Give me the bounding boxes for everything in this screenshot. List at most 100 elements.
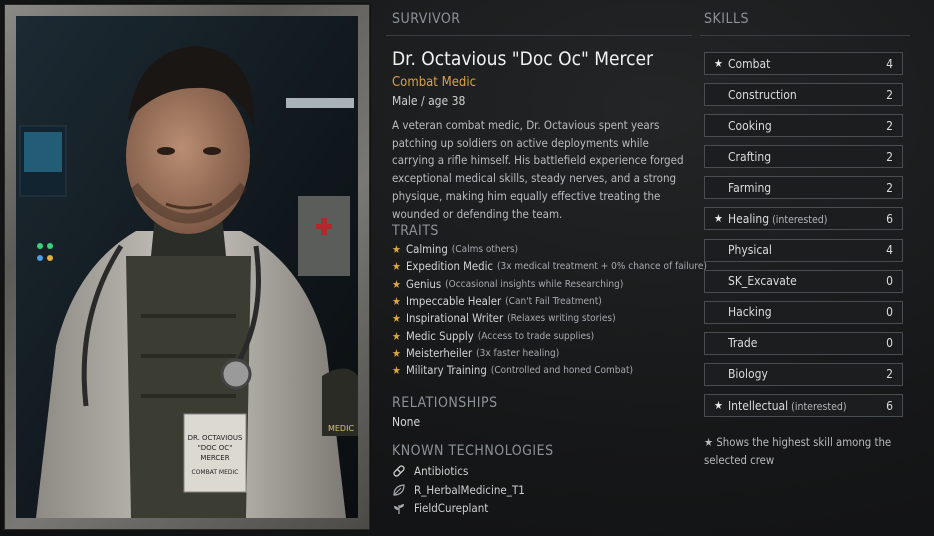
- star-icon: ★: [392, 295, 401, 309]
- survivor-portrait: DR. OCTAVIOUS "DOC OC" MERCER COMBAT MED…: [16, 16, 358, 518]
- skill-row-hacking: Hacking 0: [704, 300, 903, 324]
- portrait-illustration: DR. OCTAVIOUS "DOC OC" MERCER COMBAT MED…: [16, 16, 358, 518]
- technology-name: FieldCureplant: [414, 501, 489, 516]
- skill-name: SK_Excavate: [728, 274, 797, 289]
- relationships-section-title: RELATIONSHIPS: [392, 395, 498, 411]
- skill-value: 0: [886, 336, 893, 351]
- survivor-name: Dr. Octavious "Doc Oc" Mercer: [392, 48, 654, 70]
- svg-text:DR. OCTAVIOUS: DR. OCTAVIOUS: [188, 434, 243, 442]
- star-icon: ★: [392, 312, 401, 326]
- trait-desc: (Controlled and honed Combat): [490, 365, 634, 377]
- trait-name: Genius: [406, 277, 442, 291]
- technology-item: Antibiotics: [392, 462, 525, 481]
- trait-desc: (Relaxes writing stories): [507, 313, 616, 325]
- star-icon: ★: [392, 260, 401, 274]
- trait-desc: (Can't Fail Treatment): [505, 296, 602, 308]
- trait-name: Expedition Medic: [406, 260, 494, 274]
- trait-item: ★ Genius (Occasional insights while Resear…: [392, 276, 692, 293]
- trait-name: Inspirational Writer: [406, 312, 504, 326]
- section-divider: [386, 35, 692, 36]
- skill-value: 6: [886, 211, 893, 226]
- skill-value: 6: [886, 398, 893, 413]
- svg-text:MERCER: MERCER: [200, 454, 229, 462]
- trait-name: Meisterheiler: [406, 346, 473, 360]
- trait-desc: (Calms others): [451, 244, 519, 256]
- star-icon: ★: [392, 277, 401, 291]
- skill-row-combat: ★ Combat 4: [704, 52, 903, 75]
- trait-item: ★ Military Training (Controlled and honed …: [392, 362, 692, 379]
- star-icon: ★: [392, 329, 401, 343]
- technologies-section-title: KNOWN TECHNOLOGIES: [392, 443, 554, 459]
- technology-name: R_HerbalMedicine_T1: [414, 482, 525, 497]
- traits-list: ★ Calming (Calms others) ★ Expedition Medic…: [392, 241, 707, 379]
- section-divider: [700, 35, 910, 36]
- portrait-frame: DR. OCTAVIOUS "DOC OC" MERCER COMBAT MED…: [4, 4, 370, 530]
- star-icon: ★: [714, 212, 723, 226]
- skill-row-farming: Farming 2: [704, 176, 903, 200]
- skill-name: Construction: [728, 87, 797, 102]
- survivor-role: Combat Medic: [392, 75, 477, 90]
- trait-desc: (3x faster healing): [476, 347, 560, 359]
- skill-row-intellectual: ★ Intellectual (interested) 6: [704, 394, 903, 418]
- skill-name: Biology: [728, 367, 768, 382]
- traits-section-title: TRAITS: [392, 223, 439, 239]
- survivor-gender-age: Male / age 38: [392, 94, 466, 108]
- trait-item: ★ Impeccable Healer (Can't Fail Treatment): [392, 293, 692, 310]
- survivor-bio: A veteran combat medic, Dr. Octavious sp…: [392, 118, 684, 221]
- trait-name: Military Training: [406, 364, 487, 378]
- trait-name: Calming: [406, 243, 448, 257]
- trait-item: ★ Meisterheiler (3x faster healing): [392, 345, 692, 362]
- trait-name: Medic Supply: [406, 329, 474, 343]
- star-icon: ★: [392, 364, 401, 378]
- skill-value: 2: [886, 118, 893, 133]
- skill-name: Crafting: [728, 149, 772, 164]
- skill-value: 0: [886, 305, 893, 320]
- skill-name: Combat: [728, 56, 771, 71]
- leaf-icon: [392, 483, 414, 497]
- skill-value: 0: [886, 274, 893, 289]
- skill-name: Cooking: [728, 118, 772, 133]
- technology-name: Antibiotics: [414, 464, 469, 479]
- trait-item: ★ Inspirational Writer (Relaxes writing st…: [392, 310, 692, 327]
- technologies-list: Antibiotics R_HerbalMedicine_T1 FieldCur…: [392, 462, 525, 518]
- star-icon: ★: [714, 399, 723, 413]
- trait-desc: (Occasional insights while Researching): [445, 278, 624, 290]
- skill-name: Healing: [728, 211, 770, 226]
- skill-name: Physical: [728, 243, 772, 258]
- relationships-value: None: [392, 415, 421, 429]
- svg-text:MEDIC: MEDIC: [328, 424, 354, 433]
- trait-item: ★ Medic Supply (Access to trade supplies): [392, 327, 692, 344]
- star-icon: ★: [392, 243, 401, 257]
- skill-value: 2: [886, 149, 893, 164]
- skill-note: (interested): [791, 400, 847, 413]
- skill-row-excavate: SK_Excavate 0: [704, 269, 903, 293]
- trait-desc: (3x medical treatment + 0% chance of fai…: [497, 261, 707, 273]
- skill-value: 4: [886, 56, 893, 71]
- pill-icon: [392, 464, 414, 478]
- skills-legend: ★ Shows the highest skill among the sele…: [704, 436, 892, 467]
- skill-row-cooking: Cooking 2: [704, 114, 903, 138]
- svg-text:COMBAT MEDIC: COMBAT MEDIC: [192, 469, 239, 476]
- skill-name: Hacking: [728, 305, 772, 320]
- trait-desc: (Access to trade supplies): [477, 330, 595, 342]
- skill-name: Trade: [728, 336, 758, 351]
- skill-name: Farming: [728, 180, 772, 195]
- skill-value: 2: [886, 367, 893, 382]
- skill-row-trade: Trade 0: [704, 331, 903, 355]
- trait-name: Impeccable Healer: [406, 295, 502, 309]
- skill-row-crafting: Crafting 2: [704, 145, 903, 169]
- technology-item: R_HerbalMedicine_T1: [392, 481, 525, 500]
- skill-row-physical: Physical 4: [704, 238, 903, 262]
- technology-item: FieldCureplant: [392, 499, 525, 518]
- svg-text:"DOC OC": "DOC OC": [198, 444, 233, 452]
- skills-list: ★ Combat 4 Construction 2 Cooking 2 Crafting…: [704, 52, 903, 425]
- skill-value: 4: [886, 243, 893, 258]
- skills-section-title: SKILLS: [704, 11, 749, 27]
- plant-icon: [392, 501, 414, 515]
- skill-row-biology: Biology 2: [704, 362, 903, 386]
- survivor-section-title: SURVIVOR: [392, 11, 461, 27]
- skill-value: 2: [886, 180, 893, 195]
- trait-item: ★ Calming (Calms others): [392, 241, 692, 258]
- star-icon: ★: [392, 346, 401, 360]
- star-icon: ★: [714, 57, 723, 70]
